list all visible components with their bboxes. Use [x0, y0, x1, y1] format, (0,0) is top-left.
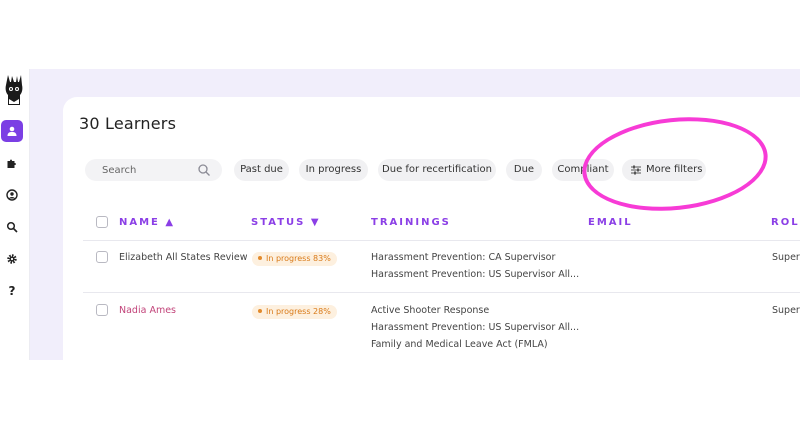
training-item: Harassment Prevention: US Supervisor All… [371, 322, 580, 333]
column-header-role[interactable]: ROLE [771, 217, 800, 228]
status-label: In progress 83% [266, 254, 331, 263]
search-input[interactable] [102, 159, 192, 181]
row-divider [83, 292, 800, 293]
training-item: Active Shooter Response [371, 305, 490, 316]
nav-trainings[interactable] [1, 152, 23, 174]
status-dot [258, 308, 262, 313]
status-label: In progress 28% [266, 307, 331, 316]
app-frame: ? 30 Learners Past due In progress Due f… [0, 69, 800, 360]
training-item: Harassment Prevention: CA Supervisor [371, 252, 556, 263]
row-checkbox[interactable] [96, 251, 108, 263]
nav-learners[interactable] [1, 120, 23, 142]
filter-chip-due[interactable]: Due [506, 159, 542, 181]
training-item: Harassment Prevention: US Supervisor All… [371, 269, 580, 280]
nav-search[interactable] [1, 216, 23, 238]
nav-account[interactable] [1, 184, 23, 206]
search-box [85, 159, 222, 181]
llama-logo-icon[interactable] [2, 73, 26, 109]
header-divider [83, 240, 800, 241]
learner-name[interactable]: Nadia Ames [119, 305, 176, 316]
filter-chip-past-due[interactable]: Past due [234, 159, 289, 181]
nav-help[interactable]: ? [1, 280, 23, 302]
column-header-trainings[interactable]: TRAININGS [371, 217, 451, 228]
row-checkbox[interactable] [96, 304, 108, 316]
select-all-checkbox[interactable] [96, 216, 108, 228]
puzzle-icon [7, 159, 16, 168]
sidebar: ? [0, 69, 30, 360]
gear-icon [7, 254, 17, 264]
column-header-status[interactable]: STATUS ▼ [251, 217, 321, 228]
filter-chip-due-for-recertification[interactable]: Due for recertification [378, 159, 496, 181]
training-item: Family and Medical Leave Act (FMLA) [371, 339, 548, 350]
user-circle-icon [6, 189, 18, 201]
status-badge: In progress 28% [252, 305, 337, 319]
role-value: Superv [772, 252, 800, 263]
search-icon [6, 221, 18, 233]
role-value: Superv [772, 305, 800, 316]
nav-settings[interactable] [1, 248, 23, 270]
help-icon: ? [8, 284, 16, 298]
page-title: 30 Learners [79, 114, 177, 133]
learner-name[interactable]: Elizabeth All States Review [119, 252, 248, 263]
column-header-name[interactable]: NAME ▲ [119, 217, 175, 228]
column-header-email[interactable]: EMAIL [588, 217, 633, 228]
status-badge: In progress 83% [252, 252, 337, 266]
status-dot [258, 255, 262, 260]
user-icon [7, 126, 17, 136]
filter-chip-in-progress[interactable]: In progress [299, 159, 368, 181]
search-icon[interactable] [197, 163, 211, 177]
